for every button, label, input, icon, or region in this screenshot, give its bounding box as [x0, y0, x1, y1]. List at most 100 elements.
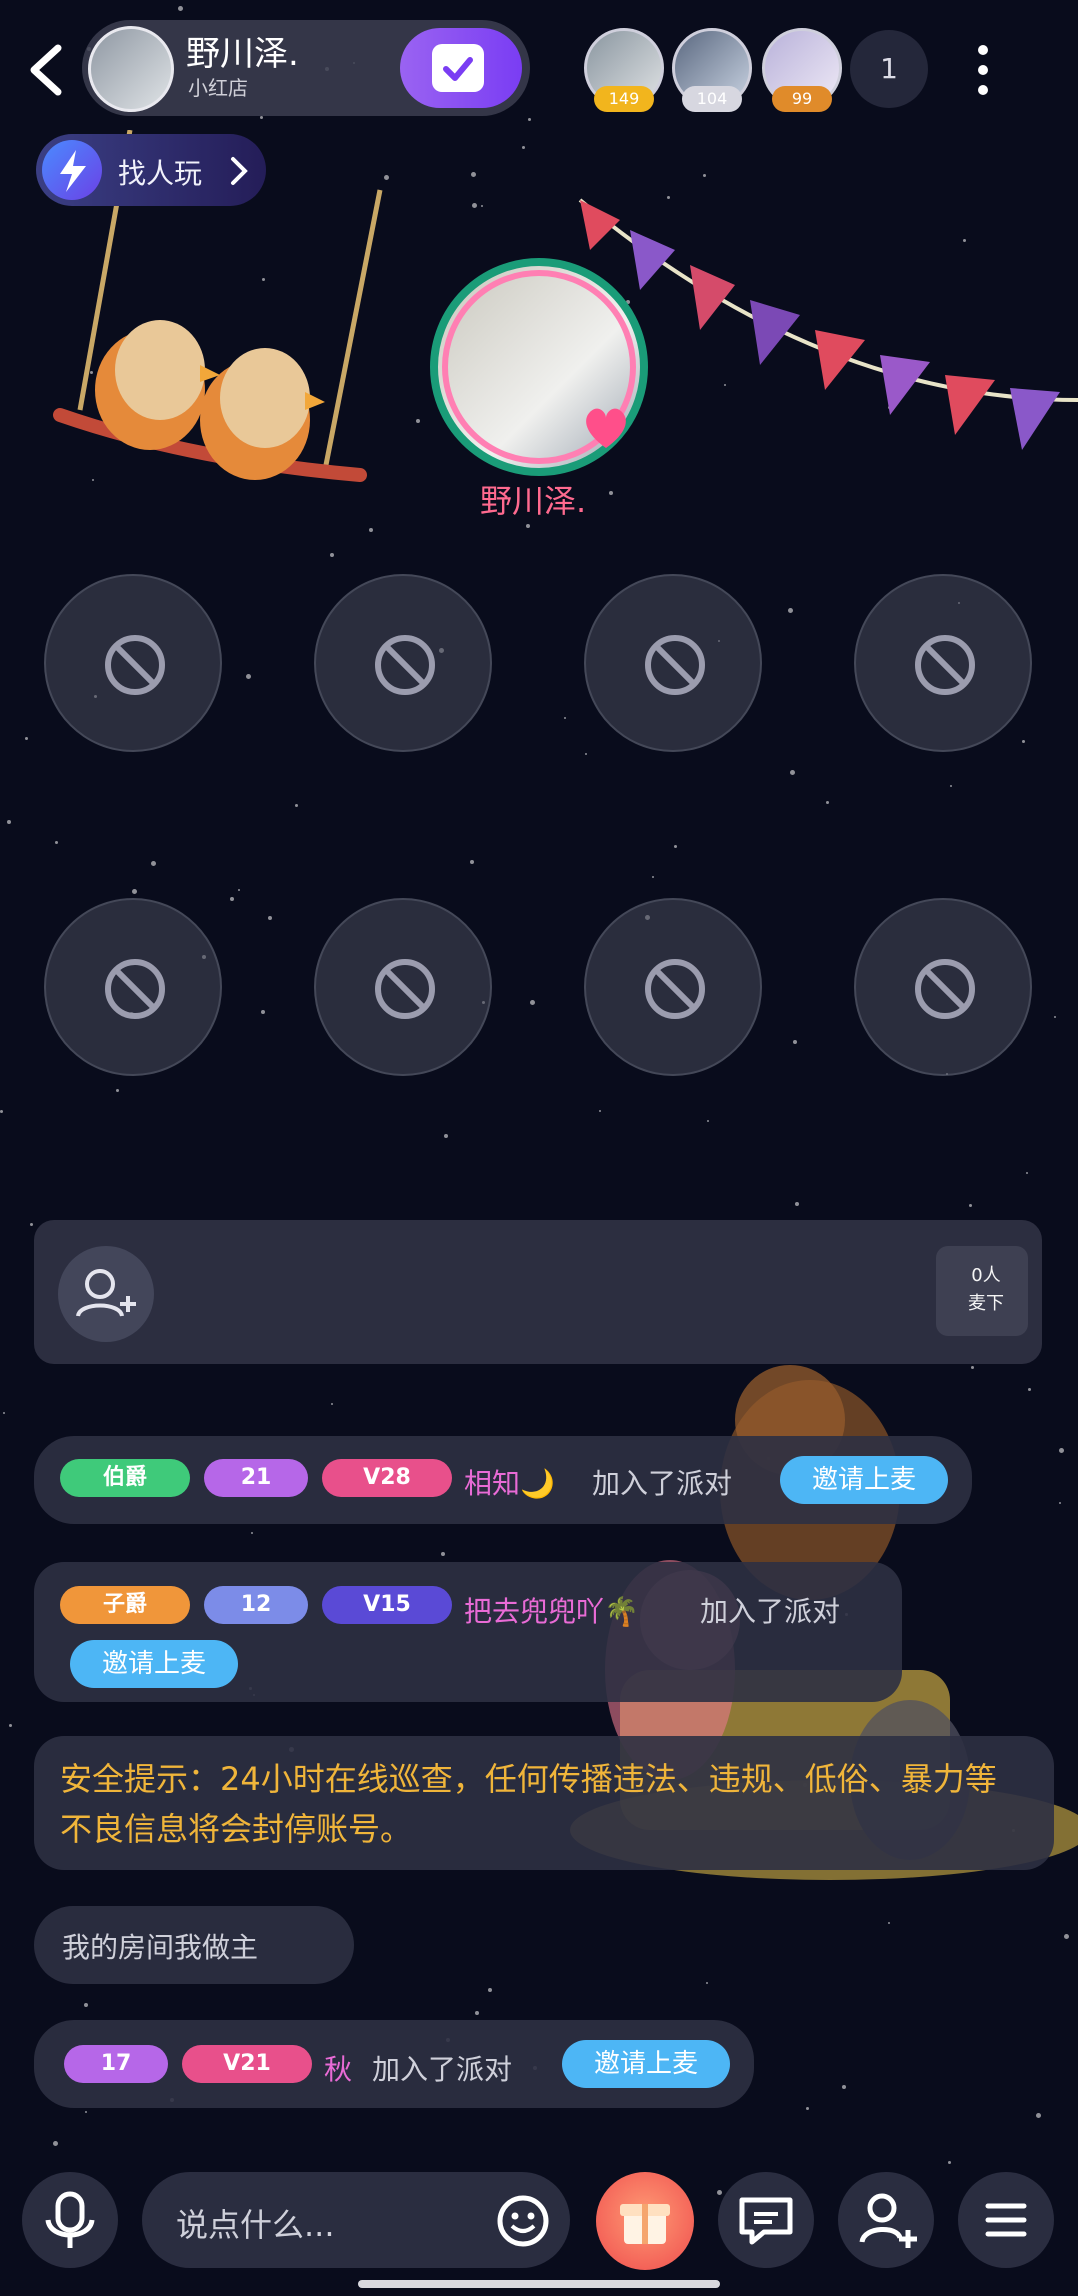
- star-dot: [795, 1202, 799, 1206]
- mic-seat-4[interactable]: [854, 574, 1032, 752]
- star-dot: [806, 2107, 809, 2110]
- viewer-badge-2: 104: [682, 86, 742, 112]
- star-dot: [116, 1089, 119, 1092]
- gift-button[interactable]: [596, 2172, 694, 2270]
- back-arrow-icon[interactable]: [18, 38, 74, 102]
- star-dot: [441, 1552, 445, 1556]
- star-dot: [948, 2161, 951, 2164]
- star-dot: [472, 203, 477, 208]
- star-dot: [1036, 2113, 1041, 2118]
- star-dot: [7, 820, 11, 824]
- star-dot: [260, 116, 263, 119]
- mic-queue-label: 0人 麦下: [968, 1265, 1004, 1314]
- level-badge: 17: [64, 2045, 168, 2083]
- star-dot: [246, 674, 251, 679]
- star-dot: [706, 1982, 708, 1984]
- vip-badge: V21: [182, 2045, 312, 2083]
- star-dot: [842, 2085, 846, 2089]
- star-dot: [528, 118, 531, 121]
- add-friend-button[interactable]: [838, 2172, 934, 2268]
- rank-badge: 伯爵: [60, 1459, 190, 1497]
- chat-action: 加入了派对: [700, 1595, 841, 1628]
- star-dot: [1054, 1016, 1056, 1018]
- host-name: 野川泽.: [186, 34, 299, 74]
- message-button[interactable]: [718, 2172, 814, 2268]
- mic-seat-5[interactable]: [44, 898, 222, 1076]
- mic-seat-3[interactable]: [584, 574, 762, 752]
- star-dot: [238, 889, 240, 891]
- host-subtitle: 小红店: [188, 76, 248, 100]
- invite-to-mic-button[interactable]: 邀请上麦: [562, 2040, 730, 2088]
- star-dot: [30, 1223, 33, 1226]
- chat-username[interactable]: 相知🌙: [464, 1462, 555, 1502]
- star-dot: [261, 1010, 265, 1014]
- level-badge: 21: [204, 1459, 308, 1497]
- star-dot: [84, 2003, 88, 2007]
- star-dot: [85, 2111, 87, 2113]
- heart-wings-icon: [586, 408, 626, 448]
- star-dot: [888, 1922, 890, 1924]
- star-dot: [55, 841, 58, 844]
- mic-seat-8[interactable]: [854, 898, 1032, 1076]
- chat-text: 我的房间我做主: [62, 1931, 259, 1964]
- add-user-icon[interactable]: [58, 1246, 154, 1342]
- star-dot: [330, 553, 334, 557]
- checkin-icon: [432, 44, 484, 92]
- star-dot: [826, 801, 829, 804]
- star-dot: [703, 174, 706, 177]
- home-indicator: [358, 2280, 720, 2288]
- star-dot: [416, 419, 420, 423]
- stage-host-name: 野川泽.: [480, 482, 587, 520]
- star-dot: [793, 1040, 797, 1044]
- star-dot: [1064, 1934, 1069, 1939]
- star-dot: [530, 1000, 535, 1005]
- star-dot: [481, 205, 483, 207]
- star-dot: [488, 1988, 492, 1992]
- invite-bar: [34, 1220, 1042, 1364]
- star-dot: [132, 889, 137, 894]
- viewer-badge-3: 99: [772, 86, 832, 112]
- invite-to-mic-button[interactable]: 邀请上麦: [780, 1456, 948, 1504]
- star-dot: [151, 861, 156, 866]
- star-dot: [1022, 740, 1025, 743]
- find-players-label: 找人玩: [118, 157, 203, 190]
- star-dot: [295, 804, 298, 807]
- mic-seat-2[interactable]: [314, 574, 492, 752]
- lightning-icon: [42, 140, 102, 200]
- star-dot: [609, 491, 613, 495]
- vip-badge: V15: [322, 1586, 452, 1624]
- star-dot: [790, 770, 795, 775]
- chat-username[interactable]: 把去兜兜吖🌴: [464, 1590, 639, 1630]
- chat-action: 加入了派对: [592, 1467, 733, 1500]
- star-dot: [564, 717, 566, 719]
- star-dot: [788, 608, 793, 613]
- star-dot: [522, 146, 525, 149]
- invite-to-mic-button[interactable]: 邀请上麦: [70, 1640, 238, 1688]
- mic-seat-7[interactable]: [584, 898, 762, 1076]
- star-dot: [268, 916, 272, 920]
- microphone-button[interactable]: [22, 2172, 118, 2268]
- menu-button[interactable]: [958, 2172, 1054, 2268]
- star-dot: [969, 1204, 972, 1207]
- star-dot: [251, 1532, 253, 1534]
- star-dot: [471, 172, 476, 177]
- star-dot: [3, 1412, 5, 1414]
- chat-action: 加入了派对: [372, 2053, 513, 2086]
- mic-seat-1[interactable]: [44, 574, 222, 752]
- star-dot: [331, 1403, 333, 1405]
- star-dot: [178, 6, 183, 11]
- mic-seat-6[interactable]: [314, 898, 492, 1076]
- host-avatar[interactable]: [88, 26, 174, 112]
- star-dot: [1026, 1172, 1028, 1174]
- star-dot: [652, 876, 654, 878]
- viewer-count[interactable]: 1: [850, 30, 928, 108]
- star-dot: [0, 1110, 3, 1113]
- star-dot: [707, 1120, 709, 1122]
- level-badge: 12: [204, 1586, 308, 1624]
- star-dot: [369, 528, 373, 532]
- chat-username[interactable]: 秋: [324, 2048, 352, 2088]
- rank-badge: 子爵: [60, 1586, 190, 1624]
- emoji-icon[interactable]: [496, 2194, 550, 2248]
- star-dot: [599, 1110, 601, 1112]
- more-options-icon[interactable]: [968, 40, 998, 100]
